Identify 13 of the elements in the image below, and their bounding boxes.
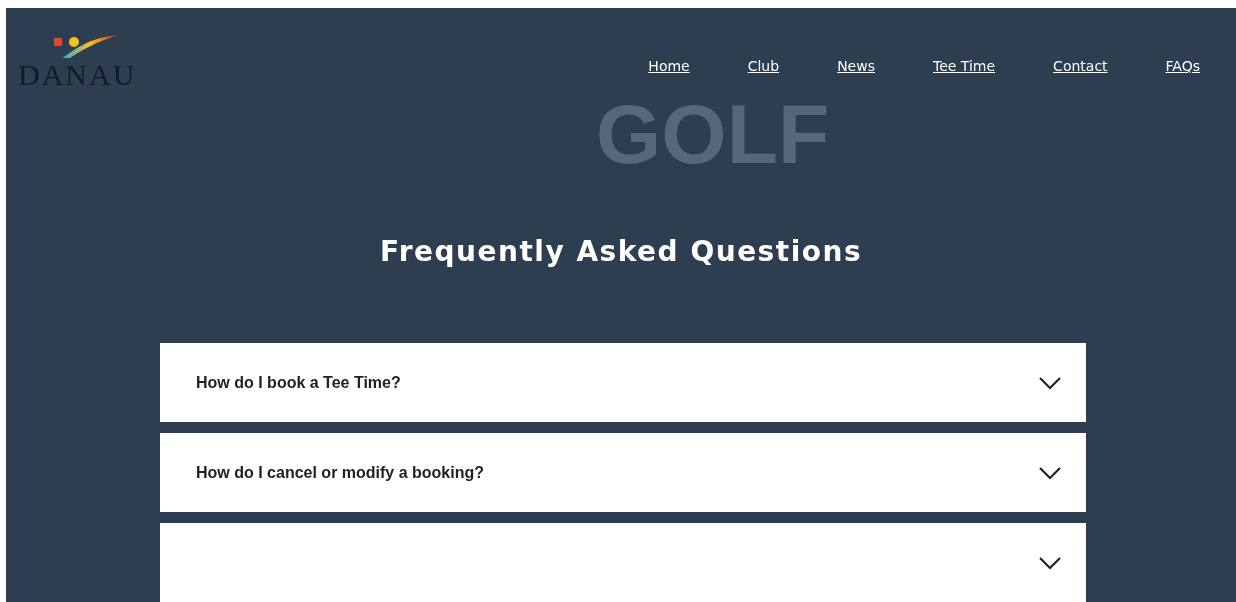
faq-question-row[interactable]: How do I cancel or modify a booking?: [160, 433, 1086, 512]
nav-link[interactable]: Club: [747, 58, 780, 74]
question-text: How do I book a Tee Time?: [196, 373, 401, 392]
faq-question-row[interactable]: [160, 523, 1086, 602]
nav-link[interactable]: Home: [648, 58, 690, 74]
page-title: Frequently Asked Questions: [378, 234, 864, 268]
nav-link[interactable]: Contact: [1053, 58, 1108, 74]
nav-link[interactable]: Tee Time: [933, 58, 996, 74]
nav-link[interactable]: News: [837, 58, 875, 74]
faq-question-row[interactable]: How do I book a Tee Time?: [160, 343, 1086, 422]
logo-emblem-drawing: [54, 34, 118, 58]
question-text: How do I cancel or modify a booking?: [196, 463, 485, 482]
nav-link[interactable]: FAQs: [1165, 58, 1200, 74]
